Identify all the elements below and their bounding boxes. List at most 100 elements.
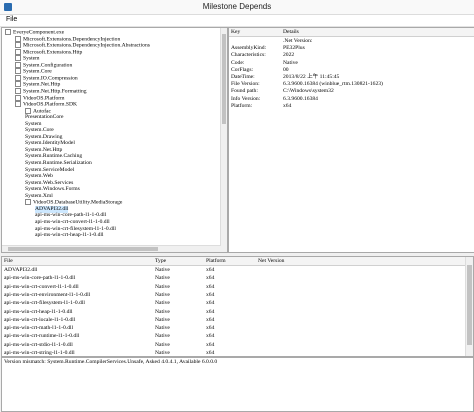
tree-item-label: System.IdentityModel — [25, 140, 75, 147]
cell-file: ADVAPI32.dll — [4, 267, 38, 273]
tree-item-label: api-ms-win-crt-filesystem-l1-1-0.dll — [35, 225, 116, 232]
table-row[interactable]: api-ms-win-crt-heap-l1-1-0.dll Native x64 — [2, 308, 464, 317]
expand-toggle-icon[interactable] — [25, 199, 31, 206]
expand-toggle-icon[interactable] — [25, 107, 31, 114]
expand-toggle-icon[interactable] — [5, 29, 11, 35]
tree-item-label: Autofac — [33, 107, 52, 114]
tree-item-label: Microsoft.Extensions.DependencyInjection — [23, 35, 121, 42]
tree-item-label: System.Runtime.Serialization — [25, 160, 92, 166]
tree-horizontal-scrollbar-thumb[interactable] — [8, 247, 158, 251]
expand-toggle-icon[interactable] — [15, 48, 21, 55]
tree-item-label: System.Net.Http — [23, 81, 61, 88]
table-row[interactable]: api-ms-win-crt-stdio-l1-1-0.dll Native x64 — [2, 341, 464, 350]
properties-header-details[interactable]: Details — [283, 28, 299, 36]
cell-file: api-ms-win-crt-locale-l1-1-0.dll — [4, 316, 76, 323]
tree-item-label: api-ms-win-core-path-l1-1-0.dll — [35, 212, 107, 219]
tree-item-label: System.Web.Services — [25, 179, 74, 186]
property-value: x64 — [283, 102, 292, 109]
tree-scrollbar-thumb[interactable] — [222, 34, 226, 124]
tree-item-label: System.Windows.Forms — [25, 186, 80, 193]
tree-item-label: System — [25, 120, 42, 127]
column-platform[interactable]: Platform — [206, 257, 226, 265]
cell-type: Native — [155, 325, 170, 332]
message-panel: Version mismatch: System.Runtime.Compile… — [1, 357, 474, 412]
tree-item-label: api-ms-win-crt-convert-l1-1-0.dll — [35, 218, 110, 225]
cell-platform: x64 — [206, 341, 215, 348]
cell-platform: x64 — [206, 300, 215, 307]
table-row[interactable]: api-ms-win-crt-locale-l1-1-0.dll Native x6… — [2, 316, 464, 325]
table-row[interactable]: api-ms-win-crt-environment-l1-1-0.dll Nat… — [2, 291, 464, 300]
cell-platform: x64 — [206, 267, 215, 273]
tree-item-label: VideoOS.Platform.SDK — [23, 101, 78, 108]
cell-platform: x64 — [206, 283, 215, 290]
table-row[interactable]: api-ms-win-crt-string-l1-1-0.dll Native x6… — [2, 349, 464, 356]
tree-item-label: EveryeComponent.exe — [13, 29, 65, 36]
tree-item-label: Microsoft.Extensions.DependencyInjection… — [23, 42, 150, 49]
expand-toggle-icon[interactable] — [15, 42, 21, 49]
module-list-header: File Type Platform Net Version — [2, 257, 473, 266]
column-net-version[interactable]: Net Version — [258, 257, 284, 265]
table-row[interactable]: ADVAPI32.dll Native x64 — [2, 266, 464, 275]
expand-toggle-icon[interactable] — [15, 81, 21, 88]
expand-toggle-icon[interactable] — [15, 87, 21, 94]
properties-panel: Key Details .Net Version: AssemblyKind: PE… — [228, 27, 474, 253]
expand-toggle-icon[interactable] — [15, 74, 21, 81]
cell-type: Native — [155, 267, 170, 273]
expand-toggle-icon[interactable] — [15, 94, 21, 101]
tree-item-label: System.Runtime.Caching — [25, 153, 83, 160]
tree-item-label: System.Configuration — [23, 62, 73, 69]
properties-header-key[interactable]: Key — [231, 28, 240, 36]
cell-file: api-ms-win-crt-heap-l1-1-0.dll — [4, 308, 73, 315]
table-row[interactable]: api-ms-win-crt-convert-l1-1-0.dll Native x… — [2, 283, 464, 292]
status-message: Version mismatch: System.Runtime.Compile… — [4, 359, 218, 365]
table-row[interactable]: api-ms-win-crt-math-l1-1-0.dll Native x64 — [2, 324, 464, 333]
tree-item-label: VideoOS.Platform — [23, 94, 65, 101]
property-key: Platform: — [231, 102, 253, 109]
tree-item-label: System.ServiceModel — [25, 166, 75, 173]
table-row[interactable]: api-ms-win-crt-runtime-l1-1-0.dll Native x… — [2, 332, 464, 341]
cell-platform: x64 — [206, 325, 215, 332]
tree-item-label: VideoOS.DatabaseUtility.MediaStorage — [33, 199, 123, 206]
tree-horizontal-scrollbar[interactable] — [2, 245, 221, 252]
column-file[interactable]: File — [4, 257, 13, 265]
cell-platform: x64 — [206, 308, 215, 315]
tree-item-label: System.Xml — [25, 192, 53, 199]
tree-item[interactable]: api-ms-win-crt-heap-l1-1-0.dll — [35, 232, 104, 239]
tree-scrollbar[interactable] — [220, 28, 227, 252]
cell-platform: x64 — [206, 291, 215, 298]
cell-type: Native — [155, 283, 170, 290]
tree-item-label: System.Web — [25, 173, 53, 180]
tree-item-label: System.Net.Http — [25, 146, 63, 153]
expand-toggle-icon[interactable] — [15, 35, 21, 42]
table-row[interactable]: api-ms-win-crt-filesystem-l1-1-0.dll Nati… — [2, 299, 464, 308]
cell-file: api-ms-win-crt-math-l1-1-0.dll — [4, 325, 74, 332]
cell-file: api-ms-win-crt-stdio-l1-1-0.dll — [4, 341, 73, 348]
tree-item-label: System.Core — [25, 127, 54, 134]
cell-type: Native — [155, 316, 170, 323]
window-title: Milestone Depends — [202, 2, 272, 11]
tree-item-label: System.Core — [23, 68, 52, 75]
cell-platform: x64 — [206, 350, 215, 356]
cell-type: Native — [155, 275, 170, 282]
table-row[interactable]: api-ms-win-core-path-l1-1-0.dll Native x64 — [2, 274, 464, 283]
cell-file: api-ms-win-crt-filesystem-l1-1-0.dll — [4, 300, 85, 307]
dependency-tree[interactable]: EveryeComponent.exe Microsoft.Extensions.… — [1, 27, 228, 253]
cell-file: api-ms-win-crt-runtime-l1-1-0.dll — [4, 333, 80, 340]
cell-file: api-ms-win-crt-convert-l1-1-0.dll — [4, 283, 79, 290]
expand-toggle-icon[interactable] — [15, 101, 21, 108]
tree-item-label: PresentationCore — [25, 114, 64, 121]
cell-file: api-ms-win-crt-string-l1-1-0.dll — [4, 350, 75, 356]
expand-toggle-icon[interactable] — [15, 61, 21, 68]
tree-item-label: System.IO.Compression — [23, 75, 78, 82]
expand-toggle-icon[interactable] — [15, 55, 21, 62]
cell-platform: x64 — [206, 316, 215, 323]
menu-file[interactable]: File — [6, 16, 17, 23]
property-row: Platform: x64 — [229, 102, 474, 110]
cell-file: api-ms-win-core-path-l1-1-0.dll — [4, 275, 76, 282]
list-scrollbar[interactable] — [465, 257, 473, 356]
expand-toggle-icon[interactable] — [15, 68, 21, 75]
column-type[interactable]: Type — [155, 257, 166, 265]
cell-type: Native — [155, 341, 170, 348]
list-scrollbar-thumb[interactable] — [467, 265, 472, 345]
tree-item-label: System — [23, 55, 40, 62]
